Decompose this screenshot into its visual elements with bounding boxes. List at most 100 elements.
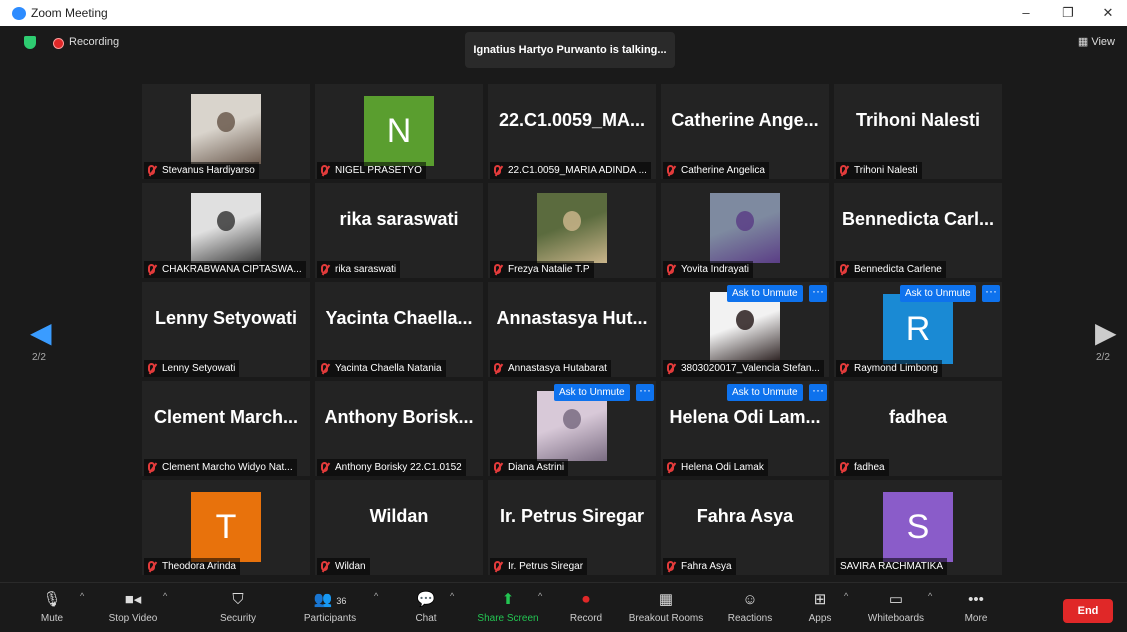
muted-mic-icon (494, 561, 501, 571)
participant-tile[interactable]: Catherine Ange... Catherine Angelica (661, 84, 829, 179)
participant-tile[interactable]: Stevanus Hardiyarso (142, 84, 310, 179)
meeting-toolbar: 🎙 Mute ^ ■◂ Stop Video ^ ⛉ Security 👥 36 Parti… (0, 582, 1127, 632)
minimize-button[interactable]: – (1012, 3, 1040, 23)
participant-video-thumbnail (537, 391, 607, 461)
participant-video-thumbnail (537, 193, 607, 263)
participant-tile[interactable]: T Theodora Arinda (142, 480, 310, 575)
participant-display-name: Ir. Petrus Siregar (499, 506, 645, 526)
close-button[interactable]: ✕ (1094, 3, 1122, 23)
participant-name-label: Helena Odi Lamak (663, 459, 768, 476)
end-meeting-button[interactable]: End (1063, 599, 1113, 623)
record-icon: ⏺ (582, 591, 590, 608)
whiteboards-caret-icon[interactable]: ^ (928, 591, 932, 601)
participant-tile[interactable]: Frezya Natalie T.P (488, 183, 656, 278)
prev-page-arrow-icon[interactable]: ◀ (30, 316, 52, 349)
mute-button[interactable]: 🎙 Mute ^ (12, 589, 92, 624)
view-button[interactable]: ▦ View (1078, 35, 1115, 48)
avatar: N (364, 96, 434, 166)
participant-tile[interactable]: CHAKRABWANA CIPTASWA... (142, 183, 310, 278)
participant-tile[interactable]: Clement March... Clement Marcho Widyo Nat… (142, 381, 310, 476)
next-page-arrow-icon[interactable]: ▶ (1095, 316, 1117, 349)
tile-more-options-button[interactable]: ··· (809, 384, 827, 401)
participant-name-text: NIGEL PRASETYO (335, 165, 422, 176)
participant-tile[interactable]: fadhea fadhea (834, 381, 1002, 476)
participant-tile[interactable]: S SAVIRA RACHMATIKA (834, 480, 1002, 575)
tile-more-options-button[interactable]: ··· (982, 285, 1000, 302)
participant-tile[interactable]: Annastasya Hut... Annastasya Hutabarat (488, 282, 656, 377)
participant-name-label: Stevanus Hardiyarso (144, 162, 259, 179)
muted-mic-icon (840, 165, 847, 175)
tile-more-options-button[interactable]: ··· (636, 384, 654, 401)
more-button[interactable]: ••• More (936, 589, 1016, 624)
security-button[interactable]: ⛉ Security (198, 589, 278, 624)
participant-tile[interactable]: N NIGEL PRASETYO (315, 84, 483, 179)
participant-display-name: Wildan (369, 506, 429, 526)
participant-display-name: fadhea (888, 407, 948, 427)
participant-tile[interactable]: Ask to Unmute ··· 3803020017_Valencia Stef… (661, 282, 829, 377)
share-screen-button[interactable]: ⬆ Share Screen ^ (468, 589, 548, 624)
participant-name-label: Yovita Indrayati (663, 261, 754, 278)
participant-display-name: Helena Odi Lam... (669, 407, 821, 427)
participant-name-label: Frezya Natalie T.P (490, 261, 594, 278)
participant-name-text: Stevanus Hardiyarso (162, 165, 255, 176)
participant-tile[interactable]: Wildan Wildan (315, 480, 483, 575)
participant-name-text: Wildan (335, 561, 366, 572)
breakout-rooms-button[interactable]: ▦ Breakout Rooms (626, 589, 706, 624)
avatar: T (191, 492, 261, 562)
chat-caret-icon[interactable]: ^ (450, 591, 454, 601)
participant-name-label: fadhea (836, 459, 889, 476)
muted-mic-icon (148, 165, 155, 175)
participant-name-label: Trihoni Nalesti (836, 162, 922, 179)
participant-display-name: Trihoni Nalesti (855, 110, 981, 130)
participant-tile[interactable]: R Ask to Unmute ··· Raymond Limbong (834, 282, 1002, 377)
participant-tile[interactable]: Yovita Indrayati (661, 183, 829, 278)
apps-button[interactable]: ⊞ Apps ^ (780, 589, 860, 624)
maximize-button[interactable]: ❐ (1054, 3, 1082, 23)
ask-to-unmute-button[interactable]: Ask to Unmute (554, 384, 630, 401)
ask-to-unmute-button[interactable]: Ask to Unmute (727, 285, 803, 302)
muted-mic-icon (840, 363, 847, 373)
participant-display-name: Catherine Ange... (671, 110, 819, 130)
person-silhouette-icon (217, 211, 235, 231)
mute-caret-icon[interactable]: ^ (80, 591, 84, 601)
muted-mic-icon (667, 264, 674, 274)
participant-tile[interactable]: Ask to Unmute ··· Diana Astrini (488, 381, 656, 476)
participant-name-label: Anthony Borisky 22.C1.0152 (317, 459, 466, 476)
participant-tile[interactable]: Ir. Petrus Siregar Ir. Petrus Siregar (488, 480, 656, 575)
participant-tile[interactable]: Bennedicta Carl... Bennedicta Carlene (834, 183, 1002, 278)
share-caret-icon[interactable]: ^ (538, 591, 542, 601)
whiteboards-button[interactable]: ▭ Whiteboards ^ (856, 589, 936, 624)
recording-label: Recording (69, 36, 120, 48)
whiteboard-icon: ▭ (888, 591, 904, 608)
participant-name-text: Frezya Natalie T.P (508, 264, 590, 275)
muted-mic-icon (148, 363, 155, 373)
participant-tile[interactable]: Fahra Asya Fahra Asya (661, 480, 829, 575)
title-bar: Zoom Meeting – ❐ ✕ (0, 0, 1127, 26)
video-caret-icon[interactable]: ^ (163, 591, 167, 601)
muted-mic-icon (494, 264, 501, 274)
participant-tile[interactable]: Helena Odi Lam... Ask to Unmute ··· Helena … (661, 381, 829, 476)
view-label: View (1091, 36, 1115, 48)
ask-to-unmute-button[interactable]: Ask to Unmute (900, 285, 976, 302)
participant-tile[interactable]: 22.C1.0059_MA... 22.C1.0059_MARIA ADINDA … (488, 84, 656, 179)
participant-tile[interactable]: Trihoni Nalesti Trihoni Nalesti (834, 84, 1002, 179)
apps-caret-icon[interactable]: ^ (844, 591, 848, 601)
participant-tile[interactable]: Anthony Borisk... Anthony Borisky 22.C1.0… (315, 381, 483, 476)
participant-video-thumbnail (710, 193, 780, 263)
recording-dot-icon (53, 38, 64, 49)
participant-name-label: Fahra Asya (663, 558, 736, 575)
reactions-button[interactable]: ☺ Reactions (710, 589, 790, 624)
stop-video-button[interactable]: ■◂ Stop Video ^ (93, 589, 173, 624)
participant-name-label: CHAKRABWANA CIPTASWA... (144, 261, 306, 278)
record-button[interactable]: ⏺ Record (546, 589, 626, 624)
participant-display-name: 22.C1.0059_MA... (498, 110, 646, 130)
participant-tile[interactable]: rika saraswati rika saraswati (315, 183, 483, 278)
tile-more-options-button[interactable]: ··· (809, 285, 827, 302)
participants-caret-icon[interactable]: ^ (374, 591, 378, 601)
chat-button[interactable]: 💬 Chat ^ (386, 589, 466, 624)
participant-name-text: Catherine Angelica (681, 165, 765, 176)
participant-tile[interactable]: Yacinta Chaella... Yacinta Chaella Natani… (315, 282, 483, 377)
participants-button[interactable]: 👥 36 Participants ^ (290, 589, 378, 624)
participant-tile[interactable]: Lenny Setyowati Lenny Setyowati (142, 282, 310, 377)
ask-to-unmute-button[interactable]: Ask to Unmute (727, 384, 803, 401)
